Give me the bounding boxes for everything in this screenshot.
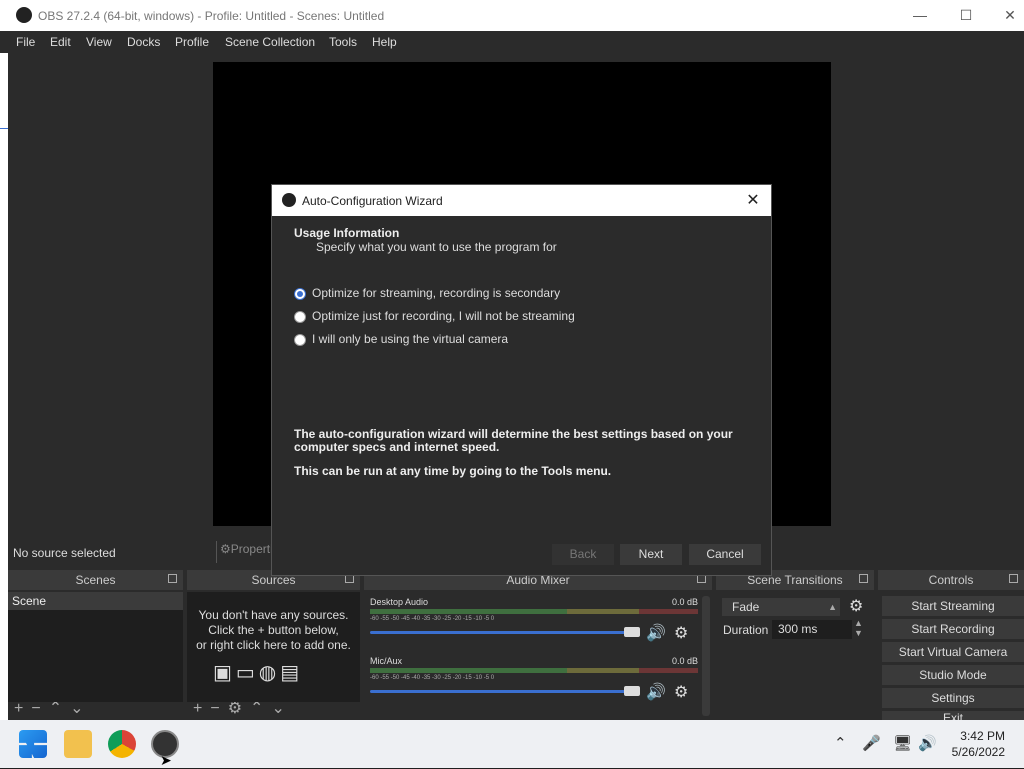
- exit-button[interactable]: Exit: [882, 711, 1024, 720]
- clock[interactable]: 3:42 PM 5/26/2022: [952, 728, 1005, 760]
- speaker-icon[interactable]: 🔊: [646, 682, 666, 702]
- taskbar: ⌃ 🎤 🖥 🔊 3:42 PM 5/26/2022: [0, 720, 1024, 768]
- menu-view[interactable]: View: [86, 35, 112, 49]
- sources-toolbar[interactable]: +−⚙⌃⌄: [187, 702, 360, 720]
- scene-transitions-dock: Scene Transitions Fade▲▼ ⚙ Duration 300 …: [716, 570, 874, 720]
- menu-help[interactable]: Help: [372, 35, 397, 49]
- duration-input[interactable]: 300 ms: [772, 620, 852, 639]
- slider-knob[interactable]: [624, 686, 640, 696]
- float-icon[interactable]: [1009, 574, 1018, 583]
- meter-scale: -60 -55 -50 -45 -40 -35 -30 -25 -20 -15 …: [370, 675, 495, 681]
- option-recording-radio[interactable]: Optimize just for recording, I will not …: [294, 309, 575, 323]
- menu-edit[interactable]: Edit: [50, 35, 71, 49]
- maximize-button[interactable]: ☐: [952, 5, 980, 25]
- volume-slider[interactable]: [370, 686, 640, 696]
- option-virtual-camera-radio[interactable]: I will only be using the virtual camera: [294, 332, 508, 346]
- start-icon[interactable]: [19, 730, 47, 758]
- menu-bar: File Edit View Docks Profile Scene Colle…: [0, 31, 1024, 53]
- start-recording-button[interactable]: Start Recording: [882, 619, 1024, 639]
- mixer-track: Desktop Audio 0.0 dB -60 -55 -50 -45 -40…: [370, 597, 698, 657]
- volume-meter: [370, 609, 698, 614]
- minimize-button[interactable]: —: [906, 5, 934, 25]
- settings-button[interactable]: Settings: [882, 688, 1024, 708]
- close-button[interactable]: ✕: [996, 5, 1024, 25]
- no-source-label: No source selected: [13, 546, 116, 560]
- cancel-button[interactable]: Cancel: [689, 544, 761, 565]
- title-bar: OBS 27.2.4 (64-bit, windows) - Profile: …: [0, 0, 1024, 31]
- menu-profile[interactable]: Profile: [175, 35, 209, 49]
- float-icon[interactable]: [859, 574, 868, 583]
- menu-file[interactable]: File: [16, 35, 35, 49]
- mixer-track: Mic/Aux 0.0 dB -60 -55 -50 -45 -40 -35 -…: [370, 656, 698, 716]
- track-db: 0.0 dB: [671, 597, 698, 607]
- obs-logo-icon: [282, 193, 296, 207]
- start-virtual-camera-button[interactable]: Start Virtual Camera: [882, 642, 1024, 662]
- track-db: 0.0 dB: [671, 656, 698, 666]
- gear-icon[interactable]: ⚙: [849, 596, 863, 616]
- usage-subheading: Specify what you want to use the program…: [316, 240, 557, 254]
- dialog-title-bar: Auto-Configuration Wizard ✕: [272, 185, 771, 216]
- volume-meter: [370, 668, 698, 673]
- audio-mixer-dock: Audio Mixer Desktop Audio 0.0 dB -60 -55…: [364, 570, 712, 720]
- back-button[interactable]: Back: [552, 544, 614, 565]
- chevron-up-icon[interactable]: ⌃: [834, 734, 847, 752]
- menu-docks[interactable]: Docks: [127, 35, 160, 49]
- menu-tools[interactable]: Tools: [329, 35, 357, 49]
- radio-icon[interactable]: [294, 333, 306, 346]
- scenes-dock-title: Scenes: [8, 570, 183, 590]
- start-streaming-button[interactable]: Start Streaming: [882, 596, 1024, 616]
- sources-hint-2: Click the + button below,: [208, 623, 339, 637]
- wizard-tools-note: This can be run at any time by going to …: [294, 464, 612, 478]
- dialog-title: Auto-Configuration Wizard: [302, 194, 443, 208]
- next-button[interactable]: Next: [620, 544, 682, 565]
- radio-icon[interactable]: [294, 310, 306, 323]
- volume-slider[interactable]: [370, 627, 640, 637]
- speaker-icon[interactable]: 🔊: [646, 623, 666, 643]
- track-name: Mic/Aux: [370, 656, 403, 666]
- dialog-close-button[interactable]: ✕: [743, 190, 763, 210]
- source-type-icons: ▣▭◍▤: [213, 662, 304, 684]
- microphone-icon[interactable]: 🎤: [862, 734, 881, 752]
- gear-icon[interactable]: ⚙: [674, 682, 688, 702]
- scene-list-item[interactable]: Scene: [8, 592, 183, 610]
- controls-title: Controls: [878, 570, 1024, 590]
- menu-scene-collection[interactable]: Scene Collection: [225, 35, 315, 49]
- scenes-toolbar[interactable]: +−⌃⌄: [8, 702, 183, 720]
- background-window-strip: [0, 53, 8, 720]
- float-icon[interactable]: [168, 574, 177, 583]
- duration-spinner[interactable]: ▲ ▼: [854, 618, 863, 638]
- auto-configuration-wizard-dialog: Auto-Configuration Wizard ✕ Usage Inform…: [271, 184, 772, 576]
- mouse-cursor-icon: ➤: [160, 752, 172, 768]
- network-icon[interactable]: 🖥: [893, 734, 912, 752]
- option-streaming-radio[interactable]: Optimize for streaming, recording is sec…: [294, 286, 560, 300]
- gear-icon[interactable]: ⚙: [674, 623, 688, 643]
- usage-heading: Usage Information: [294, 226, 400, 240]
- chrome-icon[interactable]: [108, 730, 136, 758]
- file-explorer-icon[interactable]: [64, 730, 92, 758]
- track-name: Desktop Audio: [370, 597, 429, 607]
- wizard-info-text: The auto-configuration wizard will deter…: [294, 427, 733, 454]
- volume-icon[interactable]: 🔊: [918, 734, 937, 752]
- transition-select[interactable]: Fade▲▼: [722, 598, 840, 630]
- radio-selected-icon[interactable]: [294, 287, 306, 300]
- duration-label: Duration: [723, 623, 769, 637]
- sources-hint-1: You don't have any sources.: [198, 608, 349, 622]
- scenes-dock: Scenes Scene +−⌃⌄: [8, 570, 183, 720]
- meter-scale: -60 -55 -50 -45 -40 -35 -30 -25 -20 -15 …: [370, 616, 495, 622]
- sources-dock: Sources You don't have any sources. Clic…: [187, 570, 360, 720]
- studio-mode-button[interactable]: Studio Mode: [882, 665, 1024, 685]
- clock-time: 3:42 PM: [960, 729, 1005, 743]
- obs-logo-icon: [16, 7, 32, 23]
- slider-knob[interactable]: [624, 627, 640, 637]
- mixer-scrollbar[interactable]: [702, 596, 710, 716]
- sources-hint-3: or right click here to add one.: [196, 638, 351, 652]
- clock-date: 5/26/2022: [951, 745, 1005, 759]
- controls-dock: Controls Start Streaming Start Recording…: [878, 570, 1024, 720]
- window-title: OBS 27.2.4 (64-bit, windows) - Profile: …: [38, 9, 385, 23]
- sources-list[interactable]: You don't have any sources. Click the + …: [187, 592, 360, 720]
